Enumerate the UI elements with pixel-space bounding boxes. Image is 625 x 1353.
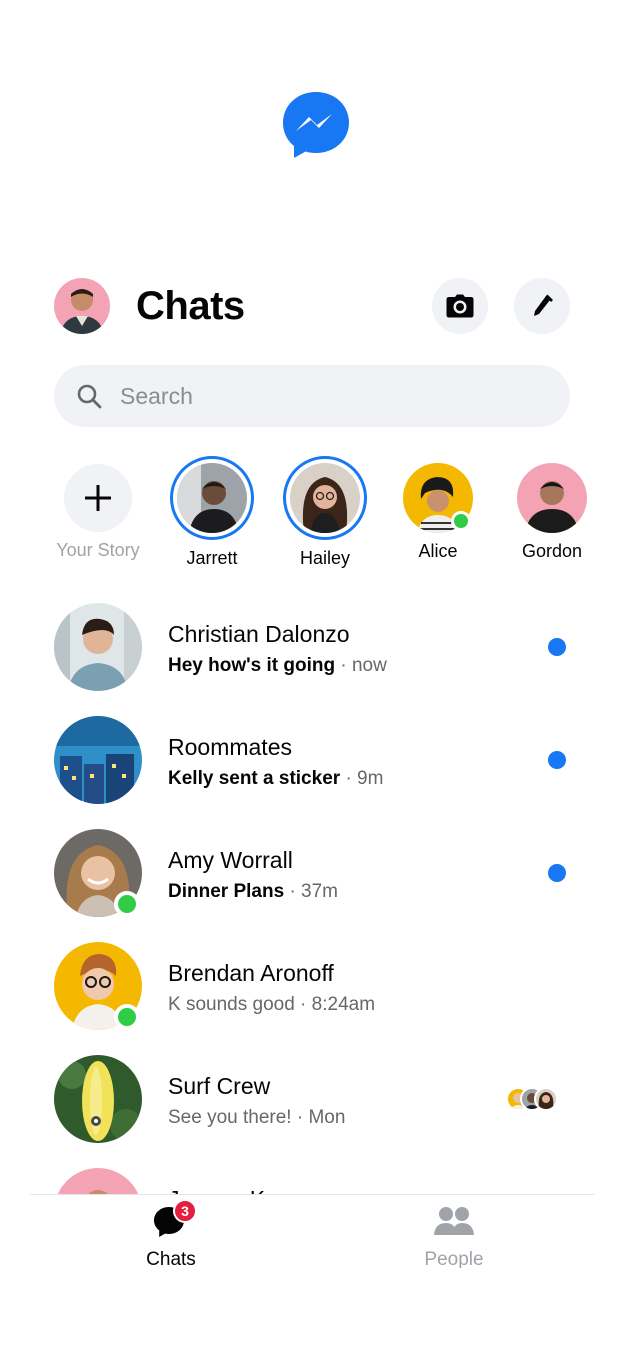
camera-icon [446,294,474,318]
add-story-button[interactable] [64,464,132,532]
chat-name: Roommates [168,734,292,760]
profile-avatar[interactable] [54,278,110,334]
unread-count-badge: 3 [173,1199,197,1223]
story-name: Your Story [56,540,140,560]
online-indicator [114,1004,140,1030]
chat-row-brendan-aronoff[interactable]: Brendan Aronoff K sounds good · 8:24am [30,940,595,1053]
page-title: Chats [136,284,245,328]
chats-header: Chats [30,268,595,348]
avatar [290,463,360,533]
avatar [54,603,142,691]
chat-preview: Kelly sent a sticker · 9m [168,768,383,790]
unread-indicator [548,638,566,656]
chat-time: · now [340,655,387,676]
chat-name: Amy Worrall [168,847,293,873]
chat-preview: K sounds good · 8:24am [168,994,375,1016]
tab-label: Chats [146,1249,196,1268]
chat-row-surf-crew[interactable]: Surf Crew See you there! · Mon [30,1053,595,1166]
chat-message: Hey how's it going [168,655,336,676]
chat-message: Kelly sent a sticker [168,768,341,789]
chat-message: See you there! [168,1107,292,1128]
story-hailey[interactable]: Hailey [275,456,375,569]
story-name: Jarrett [186,548,238,568]
chat-message: K sounds good [168,994,295,1015]
chat-row-amy-worrall[interactable]: Amy Worrall Dinner Plans · 37m [30,827,595,940]
pencil-icon [534,294,553,316]
chat-name: Surf Crew [168,1073,271,1099]
search-icon [77,384,102,409]
chat-time: · Mon [296,1107,346,1128]
unread-indicator [548,751,566,769]
tab-label: People [424,1249,484,1268]
tab-chats[interactable]: 3 Chats [101,1199,241,1268]
unread-indicator [548,864,566,882]
camera-button[interactable] [432,278,488,334]
story-gordon[interactable]: Gordon [502,456,595,562]
chat-time: · 37m [289,881,339,902]
chat-time: · 8:24am [300,994,376,1015]
story-ring [283,456,367,540]
messenger-logo-icon [283,92,349,158]
chat-row-christian-dalonzo[interactable]: Christian Dalonzo Hey how's it going · n… [30,601,595,714]
avatar [54,716,142,804]
chat-preview: See you there! · Mon [168,1107,345,1129]
stories-row: Your Story Jarrett Hailey Alice Gordon [30,456,595,576]
chat-name: Christian Dalonzo [168,621,350,647]
chat-preview: Dinner Plans · 37m [168,881,338,903]
tab-people-icon-wrap [434,1205,474,1241]
bottom-tab-bar: 3 Chats People [30,1194,595,1268]
search-input[interactable] [120,365,540,427]
tab-chats-icon-wrap: 3 [151,1199,197,1241]
story-name: Gordon [521,541,583,561]
chats-screen: Chats Search Your Story Jarrett Hailey A… [30,268,595,1268]
story-ring [403,463,473,533]
avatar [517,463,587,533]
avatar [177,463,247,533]
story-alice[interactable]: Alice [388,456,488,562]
story-ring [517,463,587,533]
people-icon [434,1207,474,1235]
chat-time: · 9m [345,768,384,789]
tab-people[interactable]: People [384,1205,524,1268]
avatar [54,1055,142,1143]
chat-list: Christian Dalonzo Hey how's it going · n… [30,601,595,1268]
online-indicator [114,891,140,917]
story-your-story[interactable]: Your Story [48,456,148,561]
new-message-button[interactable] [514,278,570,334]
story-name: Alice [418,541,458,561]
search-bar[interactable] [54,365,570,427]
story-name: Hailey [299,548,351,568]
chat-name: Brendan Aronoff [168,960,334,986]
story-jarrett[interactable]: Jarrett [162,456,262,569]
chat-preview: Hey how's it going · now [168,655,387,677]
seen-by-avatars [506,1087,576,1111]
seen-avatar [534,1087,558,1111]
plus-icon [85,485,111,511]
story-ring [170,456,254,540]
chat-row-roommates[interactable]: Roommates Kelly sent a sticker · 9m [30,714,595,827]
online-indicator [451,511,471,531]
chat-message: Dinner Plans [168,881,285,902]
